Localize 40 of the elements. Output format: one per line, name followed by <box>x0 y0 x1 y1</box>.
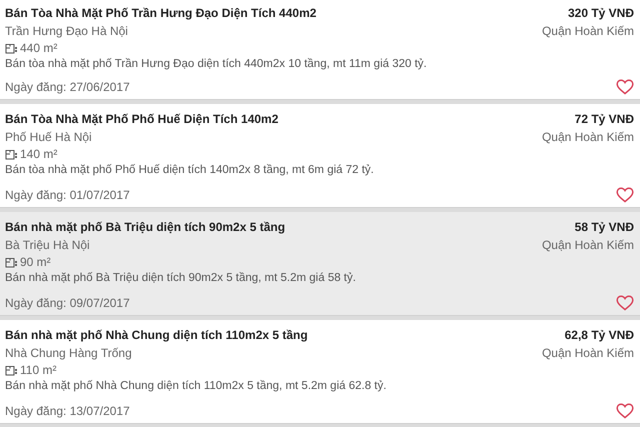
favorite-heart-icon[interactable] <box>616 403 634 419</box>
listing-title: Bán nhà mặt phố Nhà Chung diện tích 110m2x 5 tầng <box>5 327 308 344</box>
listing-description: Bán tòa nhà mặt phố Trần Hưng Đạo diện tích 440m2x 10 tầng, mt 11m giá 320 tỷ. <box>5 57 428 72</box>
post-date: Ngày đăng: 01/07/2017 <box>5 188 130 202</box>
listing-district: Quận Hoàn Kiếm <box>542 345 634 362</box>
listing-area: 440 m² <box>20 40 58 56</box>
listing-area: 110 m² <box>20 362 56 378</box>
post-date: Ngày đăng: 13/07/2017 <box>5 404 130 418</box>
post-date: Ngày đăng: 09/07/2017 <box>5 296 130 310</box>
floor-plan-icon <box>5 148 18 160</box>
listing-title: Bán Tòa Nhà Mặt Phố Phố Huế Diện Tích 140m2 <box>5 111 278 128</box>
listing-district: Quận Hoàn Kiếm <box>542 237 634 254</box>
listing-address: Bà Triệu Hà Nội <box>5 237 90 254</box>
listing-district: Quận Hoàn Kiếm <box>542 23 634 40</box>
listing-description: Bán nhà mặt phố Bà Triệu diện tích 90m2x 5 tầng, mt 5.2m giá 58 tỷ. <box>5 271 357 286</box>
floor-plan-icon <box>5 256 18 268</box>
listing-card[interactable]: Bán nhà mặt phố Bà Triệu diện tích 90m2x 5 tầng 58 Tỷ VNĐ Bà Triệu Hà Nội Quận Hoàn Kiếm 90 m² Bán nhà mặt phố Bà Triệu diện tích 90m2x 5 tầng, mt 5.2m giá 58 tỷ. Ngày đăng: 09/07/2017 <box>0 212 640 316</box>
listing-address: Nhà Chung Hàng Trống <box>5 345 132 362</box>
floor-plan-icon <box>5 364 18 376</box>
listing-price: 58 Tỷ VNĐ <box>574 219 634 236</box>
listing-description: Bán tòa nhà mặt phố Phố Huế diện tích 140m2x 8 tầng, mt 6m giá 72 tỷ. <box>5 163 375 178</box>
post-date: Ngày đăng: 27/06/2017 <box>5 80 130 94</box>
listing-price: 320 Tỷ VNĐ <box>568 5 634 22</box>
listing-card[interactable]: Bán nhà mặt phố Nhà Chung diện tích 110m2x 5 tầng 62,8 Tỷ VNĐ Nhà Chung Hàng Trống Quận Hoàn Kiếm 110 m² Bán nhà mặt phố Nhà Chung diện tích 110m2x 5 tầng, mt 5.2m giá 62.8 tỷ. Ngày đăng: 13/07/2017 <box>0 320 640 424</box>
listing-card[interactable] <box>0 0 640 100</box>
favorite-heart-icon[interactable] <box>616 187 634 203</box>
listing-price: 72 Tỷ VNĐ <box>574 111 634 128</box>
listing-area: 90 m² <box>20 254 51 270</box>
listing-area: 140 m² <box>20 146 58 162</box>
listing-title: Bán nhà mặt phố Bà Triệu diện tích 90m2x 5 tầng <box>5 219 286 236</box>
listing-district: Quận Hoàn Kiếm <box>542 129 634 146</box>
floor-plan-icon <box>5 42 18 54</box>
listing-address: Phố Huế Hà Nội <box>5 129 92 146</box>
listing-address: Trần Hưng Đạo Hà Nội <box>5 23 128 40</box>
listing-title: Bán Tòa Nhà Mặt Phố Trần Hưng Đạo Diện Tích 440m2 <box>5 5 316 22</box>
listing-card[interactable]: Bán Tòa Nhà Mặt Phố Phố Huế Diện Tích 140m2 72 Tỷ VNĐ Phố Huế Hà Nội Quận Hoàn Kiếm 140 m² Bán tòa nhà mặt phố Phố Huế diện tích 140m2x 8 tầng, mt 6m giá 72 tỷ. Ngày đăng: 01/07/2017 <box>0 104 640 208</box>
listing-description: Bán nhà mặt phố Nhà Chung diện tích 110m2x 5 tầng, mt 5.2m giá 62.8 tỷ. <box>5 379 388 394</box>
favorite-heart-icon[interactable] <box>616 79 634 95</box>
favorite-heart-icon[interactable] <box>616 295 634 311</box>
listing-price: 62,8 Tỷ VNĐ <box>564 327 634 344</box>
